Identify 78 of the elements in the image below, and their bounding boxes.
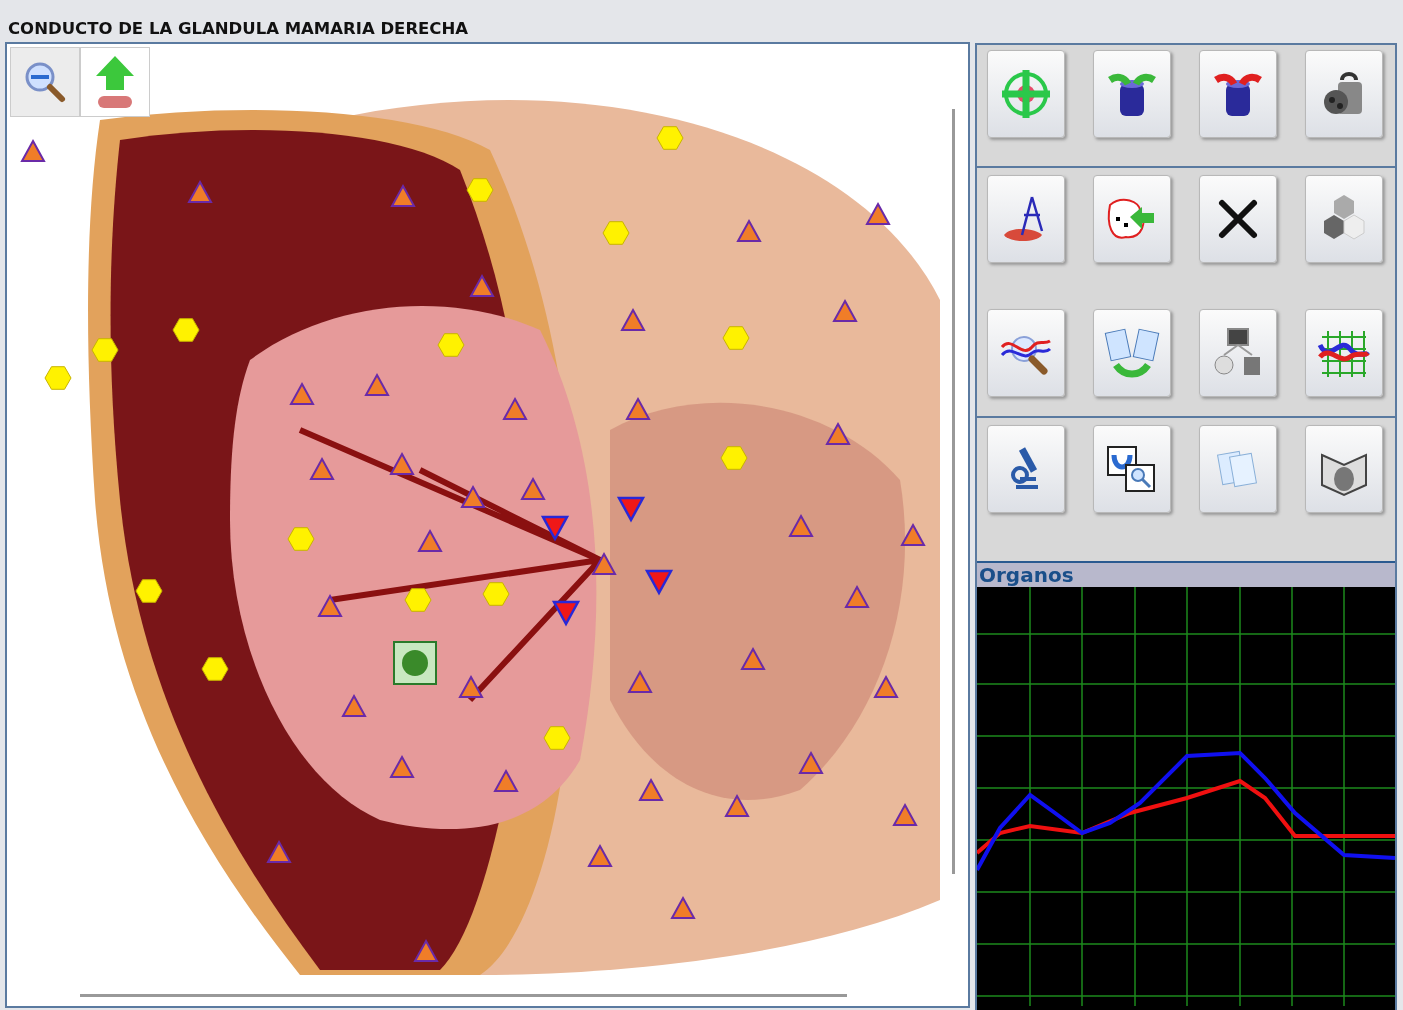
hexagon-marker[interactable]: [720, 446, 748, 470]
triangle-marker[interactable]: [389, 754, 415, 778]
triangle-marker[interactable]: [266, 839, 292, 863]
view-title: CONDUCTO DE LA GLANDULA MAMARIA DERECHA: [7, 18, 470, 40]
cell-marker[interactable]: [393, 641, 437, 685]
triangle-marker[interactable]: [460, 484, 486, 508]
triangle-marker[interactable]: [900, 522, 926, 546]
hexagons-button[interactable]: [1305, 175, 1383, 263]
triangle-marker[interactable]: [587, 843, 613, 867]
triangle-marker[interactable]: [520, 476, 546, 500]
clipboards-button[interactable]: [1093, 309, 1171, 397]
hexagon-marker[interactable]: [466, 178, 494, 202]
zoom-out-button[interactable]: [10, 47, 80, 117]
triangle-marker[interactable]: [309, 456, 335, 480]
triangle-marker[interactable]: [724, 793, 750, 817]
organs-panel-title: Organos: [977, 561, 1395, 587]
triangle-marker[interactable]: [469, 273, 495, 297]
triangle-marker[interactable]: [798, 750, 824, 774]
hexagon-marker[interactable]: [656, 126, 684, 150]
triangle-marker[interactable]: [289, 381, 315, 405]
inverted-triangle-marker[interactable]: [616, 496, 646, 523]
hexagon-marker[interactable]: [602, 221, 630, 245]
triangle-marker[interactable]: [493, 768, 519, 792]
triangle-marker[interactable]: [187, 179, 213, 203]
triangle-marker[interactable]: [390, 183, 416, 207]
inverted-triangle-marker[interactable]: [551, 600, 581, 627]
hexagon-marker[interactable]: [287, 527, 315, 551]
triangle-marker[interactable]: [892, 802, 918, 826]
machine-button[interactable]: [1305, 50, 1383, 138]
vertical-scrollbar[interactable]: [952, 109, 955, 874]
close-button[interactable]: [1199, 175, 1277, 263]
book-button[interactable]: [1305, 425, 1383, 513]
triangle-marker[interactable]: [20, 138, 46, 162]
triangle-marker[interactable]: [417, 528, 443, 552]
hexagon-marker[interactable]: [91, 338, 119, 362]
triangle-marker[interactable]: [625, 396, 651, 420]
hexagon-marker[interactable]: [44, 366, 72, 390]
triangle-marker[interactable]: [620, 307, 646, 331]
graph-button[interactable]: [1305, 309, 1383, 397]
upload-button[interactable]: [80, 47, 150, 117]
triangle-marker[interactable]: [736, 218, 762, 242]
triangle-marker[interactable]: [317, 593, 343, 617]
triangle-marker[interactable]: [740, 646, 766, 670]
diagram-button[interactable]: [1199, 309, 1277, 397]
inverted-triangle-marker[interactable]: [644, 569, 674, 596]
triangle-marker[interactable]: [364, 372, 390, 396]
triangle-marker[interactable]: [832, 298, 858, 322]
triangle-marker[interactable]: [341, 693, 367, 717]
hexagon-marker[interactable]: [482, 582, 510, 606]
triangle-marker[interactable]: [413, 938, 439, 962]
hexagon-marker[interactable]: [543, 726, 571, 750]
image-search-button[interactable]: [1093, 425, 1171, 513]
triangle-marker[interactable]: [389, 451, 415, 475]
triangle-marker[interactable]: [638, 777, 664, 801]
horizontal-scrollbar[interactable]: [80, 994, 847, 997]
triangle-marker[interactable]: [627, 669, 653, 693]
cylinder-in-button[interactable]: [1199, 50, 1277, 138]
triangle-marker[interactable]: [865, 201, 891, 225]
compass-button[interactable]: [987, 175, 1065, 263]
hexagon-marker[interactable]: [172, 318, 200, 342]
blob-arrow-button[interactable]: [1093, 175, 1171, 263]
triangle-marker[interactable]: [591, 551, 617, 575]
microscope-button[interactable]: [987, 425, 1065, 513]
triangle-marker[interactable]: [825, 421, 851, 445]
hexagon-marker[interactable]: [437, 333, 465, 357]
triangle-marker[interactable]: [458, 674, 484, 698]
hexagon-marker[interactable]: [404, 588, 432, 612]
hexagon-marker[interactable]: [722, 326, 750, 350]
triangle-marker[interactable]: [788, 513, 814, 537]
inverted-triangle-marker[interactable]: [540, 515, 570, 542]
triangle-marker[interactable]: [873, 674, 899, 698]
cylinder-out-button[interactable]: [1093, 50, 1171, 138]
wave-search-button[interactable]: [987, 309, 1065, 397]
triangle-marker[interactable]: [502, 396, 528, 420]
hexagon-marker[interactable]: [135, 579, 163, 603]
triangle-marker[interactable]: [670, 895, 696, 919]
triangle-marker[interactable]: [844, 584, 870, 608]
hexagon-marker[interactable]: [201, 657, 229, 681]
